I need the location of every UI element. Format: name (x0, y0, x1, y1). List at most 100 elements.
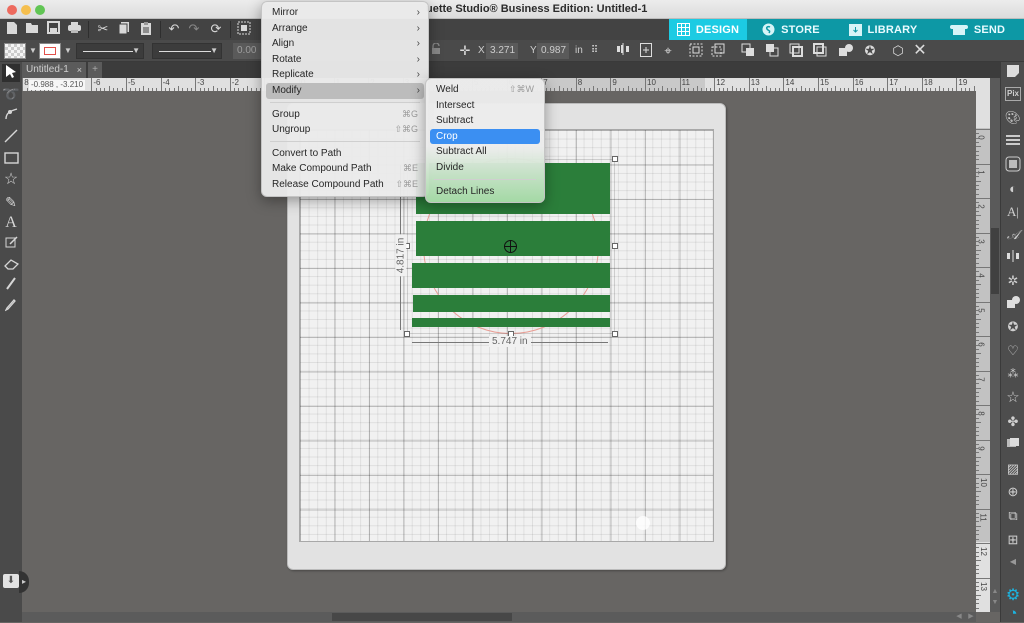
scroll-left-icon[interactable]: ◀ (954, 612, 964, 622)
eyedropper-icon[interactable] (2, 298, 20, 316)
cut-icon[interactable]: ✂ (95, 21, 111, 37)
center-to-page-icon[interactable] (638, 43, 654, 59)
menu-item-intersect[interactable]: Intersect (430, 98, 540, 114)
refresh-icon[interactable]: ⟳ (208, 21, 224, 37)
transform-icon[interactable]: ⧉ (1004, 507, 1022, 525)
pencil-icon[interactable]: ✎ (2, 193, 20, 211)
menu-item-group[interactable]: Group ⌘G (266, 107, 424, 123)
align-icon[interactable] (1004, 249, 1022, 267)
page-setup-icon[interactable] (1004, 64, 1022, 82)
menu-item-modify[interactable]: Modify › (266, 82, 424, 99)
text-edit-icon[interactable] (2, 235, 20, 253)
resize-handle[interactable] (612, 331, 618, 337)
lasso-icon[interactable]: ➰ (2, 85, 20, 103)
close-window-button[interactable] (7, 5, 17, 15)
select-arrow-icon[interactable] (2, 64, 20, 82)
sync-icon[interactable]: ◔ (1004, 605, 1022, 623)
resize-handle[interactable] (612, 156, 618, 162)
menu-item-subtract[interactable]: Subtract (430, 113, 540, 129)
bring-to-front-icon[interactable] (740, 43, 756, 59)
warp-icon[interactable]: ⊞ (1004, 531, 1022, 549)
sketch-icon[interactable]: 𝒜 (1004, 226, 1022, 244)
line-weight-field[interactable]: 0.00 (233, 43, 261, 59)
modify-icon[interactable] (1004, 295, 1022, 313)
eraser-icon[interactable] (2, 256, 20, 274)
layers-icon[interactable] (1004, 436, 1022, 454)
tab-library[interactable]: LIBRARY (835, 19, 931, 40)
star-library-icon[interactable]: ☆ (1004, 389, 1022, 407)
menu-item-rotate[interactable]: Rotate › (266, 52, 424, 68)
new-document-icon[interactable] (4, 21, 20, 37)
line-color-dropdown-icon[interactable]: ▼ (64, 46, 72, 55)
copy-icon[interactable] (116, 21, 132, 37)
x-position-field[interactable]: 3.271 (486, 43, 518, 59)
offset-icon[interactable]: ♡ (1004, 342, 1022, 360)
settings-gear-icon[interactable]: ⚙ (1004, 587, 1022, 605)
scroll-up-icon[interactable]: ▲ (990, 588, 1000, 598)
weld-shapes-icon[interactable] (838, 43, 854, 59)
y-position-field[interactable]: 0.987 (537, 43, 569, 59)
pixscan-icon[interactable]: Pix (1005, 87, 1021, 101)
horizontal-scroll-thumb[interactable] (332, 613, 512, 621)
open-folder-icon[interactable] (24, 21, 40, 37)
tab-design[interactable]: DESIGN (669, 19, 747, 40)
horizontal-scrollbar[interactable]: ▶ ◀ (22, 612, 976, 622)
image-trace-icon[interactable] (1004, 156, 1022, 174)
line-tool-icon[interactable] (2, 129, 20, 147)
vertical-scrollbar[interactable]: ▲ ▼ (990, 78, 1000, 612)
menu-item-detach-lines[interactable]: Detach Lines (430, 184, 540, 200)
menu-item-convert-to-path[interactable]: Convert to Path (266, 146, 424, 162)
close-x-icon[interactable]: ✕ (912, 43, 928, 59)
menu-item-release-compound-path[interactable]: Release Compound Path ⇧⌘E (266, 177, 424, 193)
expand-panel-handle[interactable]: ▸ (19, 571, 29, 593)
fill-color-swatch[interactable] (4, 43, 26, 59)
zoom-window-button[interactable] (35, 5, 45, 15)
tab-send[interactable]: SEND (931, 19, 1024, 40)
save-icon[interactable] (45, 21, 61, 37)
menu-item-align[interactable]: Align › (266, 36, 424, 52)
add-tab-button[interactable]: + (88, 62, 102, 78)
sparkle-icon[interactable]: ⁂ (1004, 365, 1022, 383)
rectangle-tool-icon[interactable] (2, 150, 20, 168)
star-offset-icon[interactable]: ✪ (862, 43, 878, 59)
knife-icon[interactable] (2, 277, 20, 295)
resize-handle[interactable] (612, 243, 618, 249)
text-style-icon[interactable]: A| (1004, 203, 1022, 221)
scroll-down-icon[interactable]: ▼ (990, 599, 1000, 609)
menu-item-replicate[interactable]: Replicate › (266, 67, 424, 83)
menu-item-divide[interactable]: Divide (430, 160, 540, 176)
group-select-icon[interactable] (236, 21, 252, 37)
send-to-back-icon[interactable] (764, 43, 780, 59)
resize-handle[interactable] (404, 331, 410, 337)
line-style-select[interactable]: ▼ (76, 43, 144, 59)
line-style-icon[interactable] (1004, 133, 1022, 151)
puzzle-icon[interactable]: ✤ (1004, 413, 1022, 431)
collapse-arrow-icon[interactable]: ◀ (1004, 553, 1022, 571)
vertical-scroll-thumb[interactable] (991, 228, 999, 294)
rotation-center-icon[interactable] (504, 240, 517, 253)
hatch-icon[interactable]: ▨ (1004, 460, 1022, 478)
replicate-icon[interactable]: ✲ (1004, 272, 1022, 290)
menu-item-mirror[interactable]: Mirror › (266, 5, 424, 21)
menu-item-crop[interactable]: Crop (430, 128, 540, 145)
ungroup-icon[interactable] (710, 43, 726, 59)
close-tab-icon[interactable]: × (77, 62, 82, 78)
align-center-icon[interactable] (615, 43, 631, 59)
text-tool-icon[interactable]: A (2, 214, 20, 232)
send-backward-icon[interactable] (812, 43, 828, 59)
emboss-icon[interactable]: ⊕ (1004, 483, 1022, 501)
scroll-right-icon[interactable]: ▶ (966, 612, 976, 622)
line-end-select[interactable]: ▼ (152, 43, 222, 59)
lock-icon[interactable] (428, 42, 444, 59)
shadow-icon[interactable]: ◐ (1004, 180, 1022, 198)
print-icon[interactable] (66, 21, 82, 37)
crosshair-icon[interactable]: ⌖ (660, 43, 676, 59)
menu-item-ungroup[interactable]: Ungroup ⇧⌘G (266, 122, 424, 138)
undo-icon[interactable]: ↶ (166, 21, 182, 37)
group-icon[interactable] (688, 43, 704, 59)
move-icon[interactable]: ✛ (457, 43, 473, 59)
tab-store[interactable]: STORE (747, 19, 835, 40)
fill-palette-icon[interactable]: 🎨︎ (1004, 109, 1022, 127)
menu-item-arrange[interactable]: Arrange › (266, 21, 424, 37)
rhinestone-icon[interactable]: ✪ (1004, 318, 1022, 336)
